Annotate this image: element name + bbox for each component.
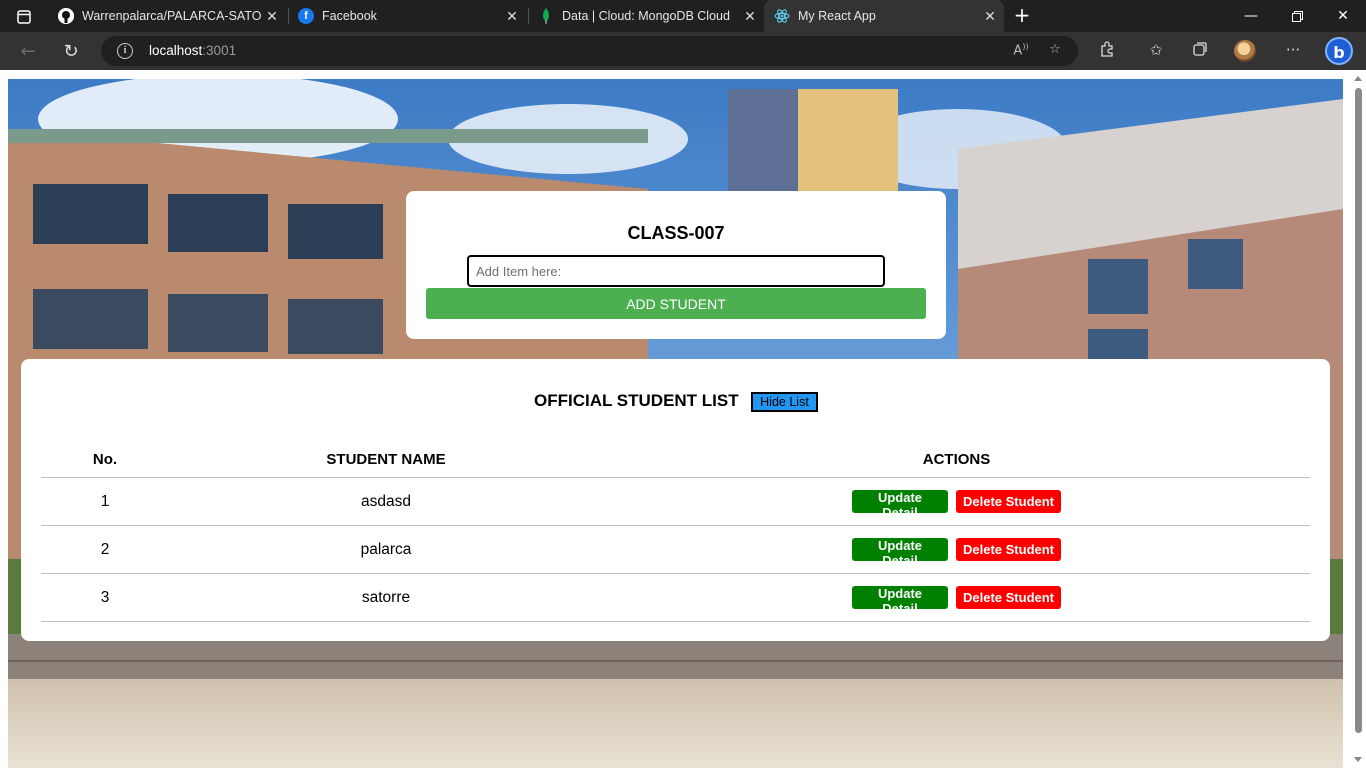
list-title-row: OFFICIAL STUDENT LIST Hide List — [21, 389, 1330, 413]
table-row: 2 palarca Update Detail Delete Student — [41, 526, 1310, 574]
restore-icon[interactable] — [1274, 0, 1320, 32]
delete-student-button[interactable]: Delete Student — [956, 586, 1061, 609]
student-name: asdasd — [361, 493, 411, 510]
browser-tab-github[interactable]: Warrenpalarca/PALARCA-SATORRE ✕ — [48, 0, 286, 32]
site-info-icon[interactable]: i — [117, 43, 133, 59]
read-aloud-icon[interactable]: A)) — [1011, 42, 1031, 60]
tab-title: Data | Cloud: MongoDB Cloud — [562, 9, 730, 23]
bing-copilot-icon[interactable]: b — [1325, 37, 1353, 65]
update-detail-button[interactable]: Update Detail — [852, 586, 948, 616]
update-detail-button[interactable]: Update Detail — [852, 490, 948, 520]
close-window-icon[interactable]: ✕ — [1320, 0, 1366, 32]
row-number: 1 — [100, 493, 110, 510]
column-header-name: STUDENT NAME — [326, 451, 446, 468]
close-tab-icon[interactable]: ✕ — [502, 8, 522, 25]
browser-toolbar: ← ↻ i localhost:3001 A)) ☆ ✩ ··· b — [0, 32, 1366, 70]
table-row: 1 asdasd Update Detail Delete Student — [41, 478, 1310, 526]
github-icon — [58, 8, 74, 24]
add-student-button[interactable]: ADD STUDENT — [426, 288, 926, 319]
student-name: palarca — [360, 541, 412, 558]
table-row: 3 satorre Update Detail Delete Student — [41, 574, 1310, 622]
browser-tab-facebook[interactable]: f Facebook ✕ — [288, 0, 526, 32]
address-bar[interactable]: i localhost:3001 A)) ☆ — [101, 36, 1078, 66]
tab-title: My React App — [798, 9, 876, 23]
collections-icon[interactable] — [1189, 41, 1211, 61]
update-detail-button[interactable]: Update Detail — [852, 538, 948, 568]
row-number: 2 — [100, 541, 110, 558]
favorites-icon[interactable]: ✩ — [1145, 41, 1167, 61]
page-scrollbar[interactable] — [1351, 70, 1366, 768]
url-text: localhost:3001 — [149, 43, 237, 58]
close-tab-icon[interactable]: ✕ — [740, 8, 760, 25]
minimize-icon[interactable]: — — [1228, 0, 1274, 32]
browser-tab-bar: Warrenpalarca/PALARCA-SATORRE ✕ f Facebo… — [0, 0, 1366, 32]
scroll-up-arrow-icon[interactable] — [1354, 76, 1362, 81]
row-actions: Update Detail Delete Student — [852, 490, 1061, 520]
delete-student-button[interactable]: Delete Student — [956, 490, 1061, 513]
column-header-no: No. — [92, 451, 118, 468]
hide-list-button[interactable]: Hide List — [751, 392, 818, 412]
row-actions: Update Detail Delete Student — [852, 538, 1061, 568]
scrollbar-thumb[interactable] — [1355, 88, 1362, 733]
student-list-card: OFFICIAL STUDENT LIST Hide List No. STUD… — [21, 359, 1330, 641]
reload-icon[interactable]: ↻ — [58, 39, 84, 63]
student-name: satorre — [361, 589, 411, 606]
back-arrow-icon[interactable]: ← — [15, 39, 41, 63]
new-tab-icon[interactable]: + — [1010, 4, 1034, 28]
mongodb-leaf-icon — [538, 8, 554, 24]
table-header: No. STUDENT NAME ACTIONS — [41, 443, 1310, 478]
add-item-input[interactable] — [467, 255, 885, 287]
add-student-card: CLASS-007 ADD STUDENT — [406, 191, 946, 339]
favorite-add-icon[interactable]: ☆ — [1045, 42, 1065, 60]
browser-tab-react-app[interactable]: My React App ✕ — [764, 0, 1004, 32]
extensions-icon[interactable] — [1096, 41, 1118, 61]
page-viewport: CLASS-007 ADD STUDENT OFFICIAL STUDENT L… — [0, 70, 1366, 768]
tab-title: Warrenpalarca/PALARCA-SATORRE — [82, 9, 262, 23]
close-tab-icon[interactable]: ✕ — [980, 8, 1000, 25]
browser-tab-mongodb[interactable]: Data | Cloud: MongoDB Cloud ✕ — [528, 0, 764, 32]
tab-actions-icon[interactable] — [10, 6, 38, 28]
list-title: OFFICIAL STUDENT LIST — [534, 391, 739, 410]
row-actions: Update Detail Delete Student — [852, 586, 1061, 616]
class-title: CLASS-007 — [627, 223, 725, 243]
facebook-icon: f — [298, 8, 314, 24]
delete-student-button[interactable]: Delete Student — [956, 538, 1061, 561]
profile-avatar[interactable] — [1234, 40, 1256, 62]
row-number: 3 — [100, 589, 110, 606]
close-tab-icon[interactable]: ✕ — [262, 8, 282, 25]
column-header-actions: ACTIONS — [922, 451, 991, 468]
more-options-icon[interactable]: ··· — [1282, 41, 1304, 61]
react-icon — [774, 8, 790, 24]
tab-title: Facebook — [322, 9, 377, 23]
student-table: No. STUDENT NAME ACTIONS 1 asdasd Update… — [41, 443, 1310, 622]
scroll-down-arrow-icon[interactable] — [1354, 757, 1362, 762]
